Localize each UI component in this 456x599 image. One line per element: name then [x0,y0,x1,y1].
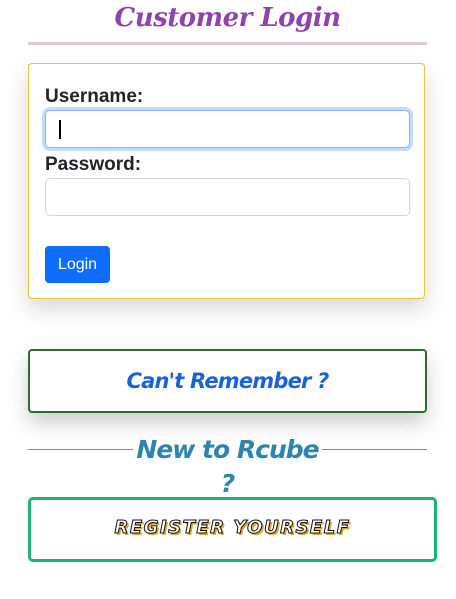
forgot-password-button[interactable]: Can't Remember ? [28,349,427,413]
login-card: Username: Password: Login [28,63,425,299]
register-button[interactable]: REGISTER YOURSELF [28,497,437,562]
password-label: Password: [45,154,142,175]
password-field[interactable] [45,178,410,216]
divider-line-right [322,449,427,450]
forgot-password-label: Can't Remember ? [126,369,329,393]
text-caret [59,120,61,139]
title-divider [28,42,427,45]
register-label: REGISTER YOURSELF [114,517,351,539]
new-user-heading: New to Rcube ? [136,435,319,498]
username-field[interactable] [45,110,410,148]
divider-line-left [28,449,133,450]
username-label: Username: [45,86,144,107]
login-button[interactable]: Login [45,246,110,283]
page-title: Customer Login [114,3,341,33]
